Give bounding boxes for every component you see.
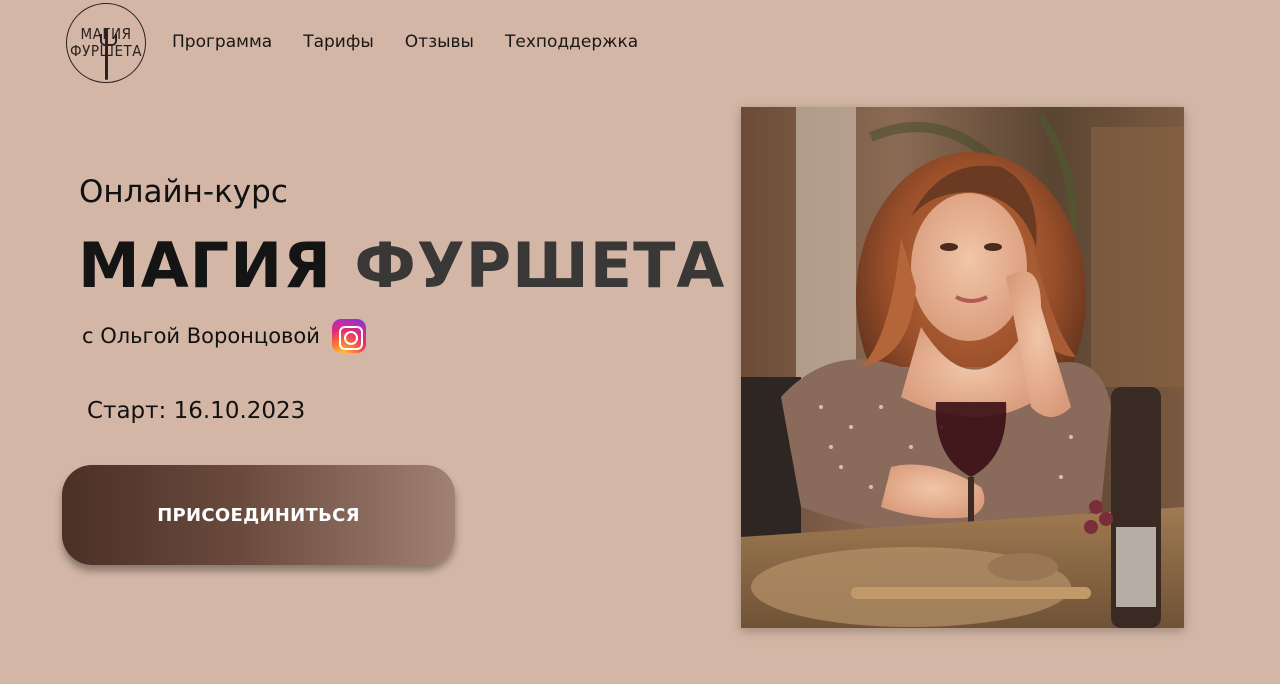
landing-page: МАГИЯ ФУРШЕТА Программа Тарифы Отзывы Те… xyxy=(0,0,1280,684)
title-word-2: ФУРШЕТА xyxy=(354,229,726,302)
photo-illustration xyxy=(741,107,1184,628)
course-subtitle: Онлайн-курс xyxy=(79,174,288,210)
nav-reviews[interactable]: Отзывы xyxy=(405,30,474,54)
author-name: с Ольгой Воронцовой xyxy=(82,324,320,348)
join-button[interactable]: ПРИСОЕДИНИТЬСЯ xyxy=(62,465,455,565)
title-word-1: МАГИЯ xyxy=(78,229,332,302)
instagram-icon[interactable] xyxy=(331,319,366,353)
nav-tariffs[interactable]: Тарифы xyxy=(303,30,374,54)
author-photo xyxy=(741,107,1184,628)
author-line: с Ольгой Воронцовой xyxy=(82,318,366,354)
nav-support[interactable]: Техподдержка xyxy=(505,30,638,54)
logo[interactable]: МАГИЯ ФУРШЕТА xyxy=(66,3,146,83)
start-date: Старт: 16.10.2023 xyxy=(87,398,306,424)
fork-icon xyxy=(100,28,117,80)
nav-program[interactable]: Программа xyxy=(172,30,272,54)
page-title: МАГИЯ ФУРШЕТА xyxy=(78,228,725,304)
main-nav: Программа Тарифы Отзывы Техподдержка xyxy=(172,30,669,54)
